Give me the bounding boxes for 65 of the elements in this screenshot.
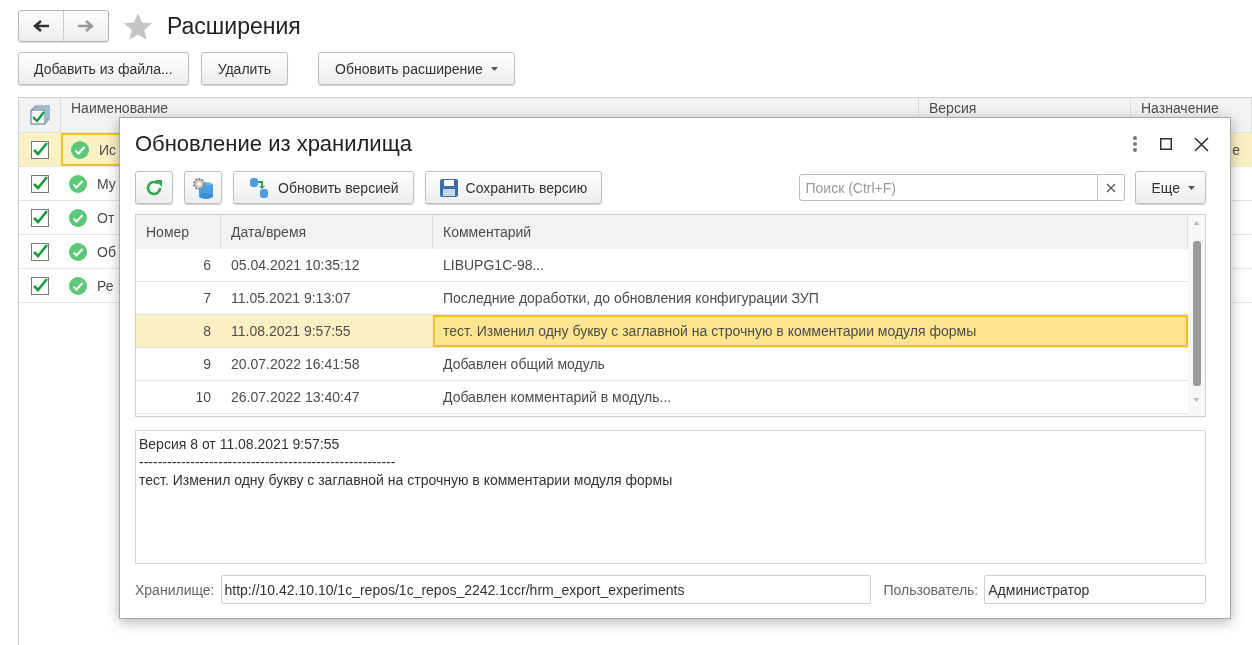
table-cell: Об xyxy=(97,243,116,260)
column-header: Дата/время xyxy=(231,224,307,240)
left-arrow-icon xyxy=(33,20,49,32)
user-field[interactable]: Администратор xyxy=(984,575,1206,604)
table-cell: 6 xyxy=(203,257,211,273)
field-label: Хранилище: xyxy=(135,581,215,598)
column-header: Назначение xyxy=(1141,100,1219,116)
search-field[interactable]: Поиск (Ctrl+F) xyxy=(798,174,1098,201)
column-header: Комментарий xyxy=(443,224,532,240)
column-header: Номер xyxy=(146,224,190,240)
toolbar-button[interactable]: Добавить из файла... xyxy=(18,52,189,85)
table-row[interactable]: 9 20.07.2022 16:41:58 Добавлен общий модуль xyxy=(136,348,1188,381)
database-arrow-icon xyxy=(248,176,270,199)
refresh-button[interactable] xyxy=(135,171,173,204)
table-cell: 11.05.2021 9:13:07 xyxy=(231,290,351,306)
table-row[interactable]: 10 26.07.2022 13:40:47 Добавлен комментарий в модуль... xyxy=(136,381,1188,414)
toolbar-button[interactable]: Обновить расширение xyxy=(318,52,515,85)
table-cell: 11.08.2021 9:57:55 xyxy=(231,323,351,339)
storage-field[interactable]: http://10.42.10.10/1c_repos/1c_repos_2242.1ccr/hrm_export_experiments xyxy=(220,575,871,604)
save-button[interactable]: Сохранить версию xyxy=(424,171,603,204)
check-circle-icon xyxy=(69,276,87,295)
table-row[interactable]: 8 11.08.2021 9:57:55 тест. Изменил одну букву с заглавной на строчную в комментарии модуля формы xyxy=(136,315,1188,348)
caret-icon xyxy=(490,66,498,71)
gear-database-icon xyxy=(192,176,214,199)
table-cell: 9 xyxy=(203,356,211,372)
clear-icon xyxy=(1105,182,1116,193)
check-circle-icon xyxy=(69,174,87,193)
column-header: Версия xyxy=(929,100,977,116)
table-cell: Добавлен общий модуль xyxy=(443,356,605,372)
table-cell: тест. Изменил одну букву с заглавной на строчную в комментарии модуля формы xyxy=(443,323,977,339)
right-arrow-icon xyxy=(78,20,94,32)
more-icon xyxy=(1132,135,1138,153)
details-field: Версия 8 от 11.08.2021 9:57:55 ------------------------------------------------------- тест. Изменил одну букву с заглавной на строчную в комментарии модуля формы xyxy=(135,430,1206,564)
column-header: Наименование xyxy=(71,100,169,116)
table-cell: е xyxy=(1232,141,1240,158)
clear-button[interactable] xyxy=(1097,174,1125,201)
check-circle-icon xyxy=(69,208,87,227)
page-title: Расширения xyxy=(167,12,301,40)
table-cell: Ре xyxy=(97,277,114,294)
table-cell: 10 xyxy=(195,389,211,405)
table-cell: 20.07.2022 16:41:58 xyxy=(231,356,360,372)
table-cell: 26.07.2022 13:40:47 xyxy=(231,389,360,405)
more-button[interactable]: Еще xyxy=(1134,171,1206,204)
table-cell: LIBUPG1C-98... xyxy=(443,257,545,273)
field-label: Пользователь: xyxy=(883,581,979,598)
check-circle-icon xyxy=(69,242,87,261)
refresh-icon xyxy=(145,178,163,197)
table-cell: Му xyxy=(97,175,116,192)
table-cell: 7 xyxy=(203,290,211,306)
toolbar-button[interactable]: Удалить xyxy=(200,52,289,85)
table-cell: От xyxy=(97,209,115,226)
dialog-title: Обновление из хранилища xyxy=(135,131,413,157)
table-cell: Последние доработки, до обновления конфигурации ЗУП xyxy=(443,290,819,306)
close-icon xyxy=(1194,136,1209,152)
save-icon xyxy=(439,178,458,197)
check-circle-icon xyxy=(71,140,89,159)
table-row[interactable]: 6 05.04.2021 10:35:12 LIBUPG1C-98... xyxy=(136,249,1188,282)
table-cell: 8 xyxy=(203,323,211,339)
caret-icon xyxy=(1188,185,1195,190)
table-cell: Ис xyxy=(99,141,117,158)
table-cell: Добавлен комментарий в модуль... xyxy=(443,389,672,405)
update-button[interactable]: Обновить версией xyxy=(233,171,414,204)
maximize-icon xyxy=(1160,138,1172,150)
settings-button[interactable] xyxy=(184,171,222,204)
table-cell: 05.04.2021 10:35:12 xyxy=(231,257,360,273)
